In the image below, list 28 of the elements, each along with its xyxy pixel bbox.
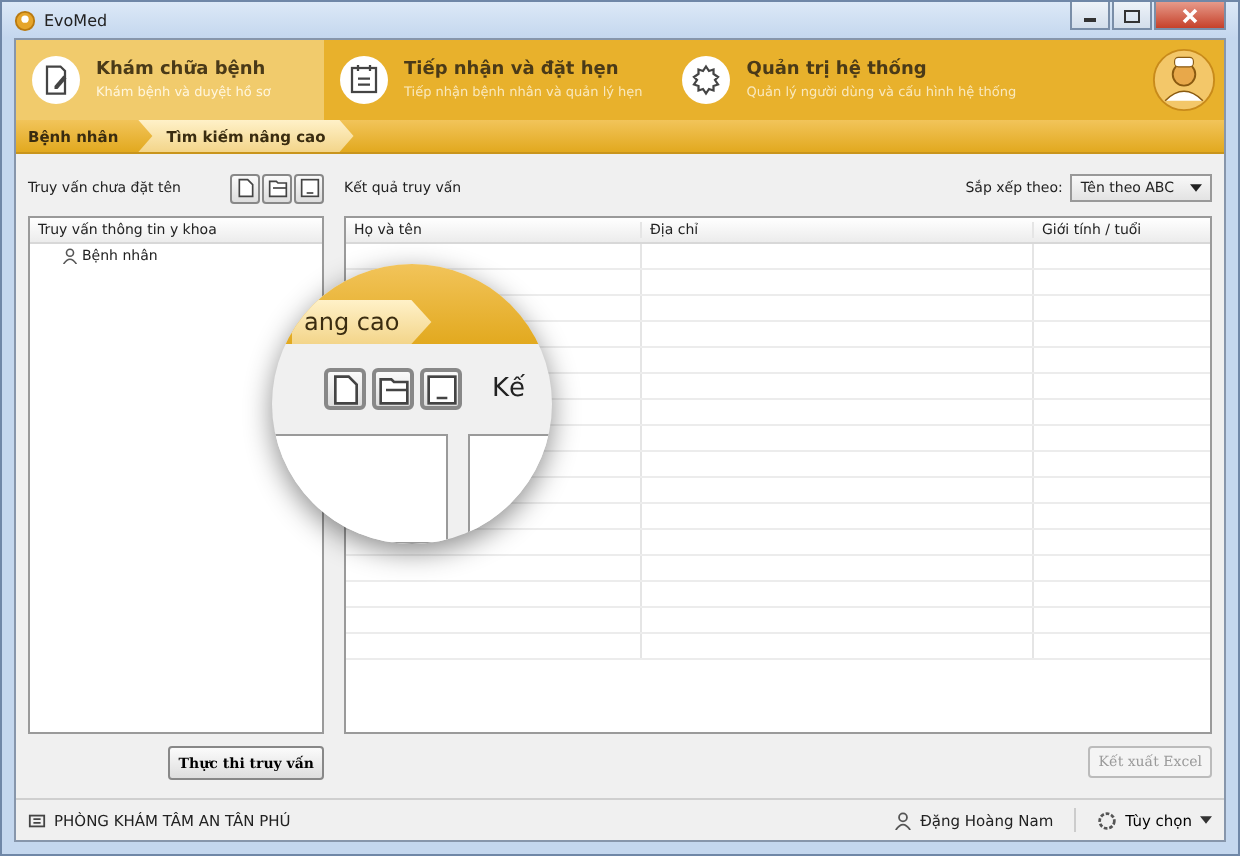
window-title: EvoMed	[44, 11, 108, 29]
dropdown-arrow-icon	[1190, 184, 1202, 192]
close-button[interactable]	[1154, 2, 1226, 30]
results-title: Kế	[492, 374, 526, 404]
calendar-icon	[340, 56, 388, 104]
new-file-icon	[324, 368, 366, 410]
folder-icon	[372, 368, 414, 410]
save-button[interactable]	[294, 173, 324, 203]
mascot-logo-icon	[1152, 48, 1216, 112]
person-icon	[62, 248, 78, 264]
gear-icon	[682, 56, 731, 104]
dropdown-arrow-icon	[1200, 816, 1212, 824]
save-icon	[420, 368, 462, 410]
module-title: Quản trị hệ thống	[746, 60, 929, 80]
breadcrumb-item: ang cao	[292, 300, 432, 344]
new-file-button[interactable]	[230, 173, 260, 203]
open-folder-button[interactable]	[262, 173, 292, 203]
app-icon	[14, 9, 36, 31]
module-title: Khám chữa bệnh	[96, 60, 268, 80]
maximize-icon	[1122, 7, 1142, 23]
module-title: Tiếp nhận và đặt hẹn	[404, 60, 621, 80]
user-icon	[894, 811, 913, 829]
building-icon	[28, 811, 46, 829]
notepad-pencil-icon	[32, 56, 80, 104]
maximize-button[interactable]	[1112, 2, 1152, 30]
gear-icon	[1095, 809, 1118, 831]
close-icon	[1180, 7, 1200, 23]
minimize-button[interactable]	[1070, 2, 1110, 30]
